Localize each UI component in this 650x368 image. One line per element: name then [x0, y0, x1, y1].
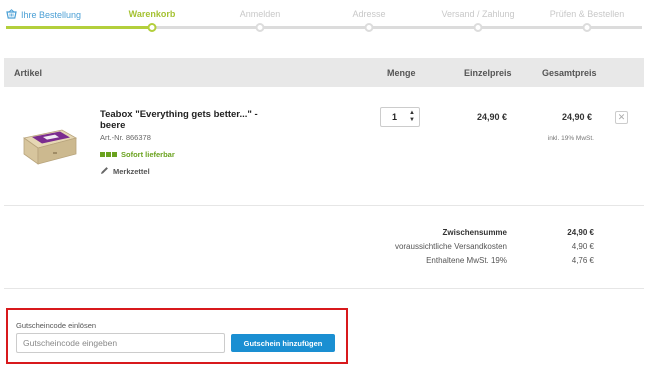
availability-text: Sofort lieferbar: [121, 150, 175, 159]
checkout-progress: Ihre Bestellung Warenkorb Anmelden Adres…: [0, 0, 650, 40]
chevron-down-icon[interactable]: ▼: [409, 117, 415, 124]
close-icon[interactable]: ✕: [618, 112, 626, 122]
voucher-code-input[interactable]: [16, 333, 225, 353]
total-price: 24,90 €: [561, 112, 592, 122]
chevron-up-icon[interactable]: ▲: [409, 110, 415, 117]
quantity-arrows[interactable]: ▲ ▼: [409, 110, 415, 124]
add-voucher-button[interactable]: Gutschein hinzufügen: [231, 334, 335, 352]
header-total-price: Gesamtpreis: [542, 68, 597, 78]
stock-bars-icon: [100, 152, 117, 157]
quantity-value[interactable]: 1: [392, 112, 397, 122]
step-dot-address: [364, 23, 374, 32]
header-quantity: Menge: [387, 68, 416, 78]
step-review-order: Prüfen & Bestellen: [549, 9, 625, 19]
availability-status: Sofort lieferbar: [100, 150, 175, 159]
article-number: Art.-Nr. 866378: [100, 133, 151, 142]
progress-track-remaining: [152, 26, 642, 29]
product-name[interactable]: Teabox "Everything gets better..." - bee…: [100, 109, 260, 131]
step-dot-cart: [147, 23, 157, 32]
pencil-icon: [100, 166, 109, 177]
step-brand: Ihre Bestellung: [6, 9, 81, 21]
vat-value: 4,76 €: [571, 256, 594, 265]
voucher-section: Gutscheincode einlösen Gutschein hinzufü…: [6, 308, 348, 364]
unit-price: 24,90 €: [476, 112, 507, 122]
wishlist-link[interactable]: Merkzettel: [100, 166, 150, 177]
remove-item-button[interactable]: ✕: [615, 111, 628, 124]
header-unit-price: Einzelpreis: [464, 68, 512, 78]
step-login: Anmelden: [239, 9, 281, 19]
step-dot-login: [255, 23, 265, 32]
step-address: Adresse: [352, 9, 386, 19]
voucher-title: Gutscheincode einlösen: [16, 321, 97, 330]
shipping-value: 4,90 €: [571, 242, 594, 251]
tax-note: inkl. 19% MwSt.: [547, 135, 594, 142]
step-shipping-payment: Versand / Zahlung: [441, 9, 515, 19]
wishlist-label: Merkzettel: [113, 167, 150, 176]
step-cart[interactable]: Warenkorb: [129, 9, 176, 19]
step-dot-shipping: [473, 23, 483, 32]
subtotal-value: 24,90 €: [567, 228, 594, 237]
cart-table-header: Artikel Menge Einzelpreis Gesamtpreis: [4, 58, 644, 87]
quantity-stepper[interactable]: 1 ▲ ▼: [380, 107, 420, 127]
vat-label: Enthaltene MwSt. 19%: [426, 256, 507, 265]
totals-divider: [4, 288, 644, 289]
row-divider: [4, 205, 644, 206]
shipping-label: voraussichtliche Versandkosten: [394, 242, 507, 251]
step-dot-review: [582, 23, 592, 32]
subtotal-label: Zwischensumme: [442, 228, 507, 237]
header-article: Artikel: [14, 68, 43, 78]
step-label-brand: Ihre Bestellung: [21, 10, 82, 20]
product-image[interactable]: [22, 126, 78, 168]
progress-track-done: [6, 26, 152, 29]
shopping-basket-icon: [6, 9, 17, 21]
